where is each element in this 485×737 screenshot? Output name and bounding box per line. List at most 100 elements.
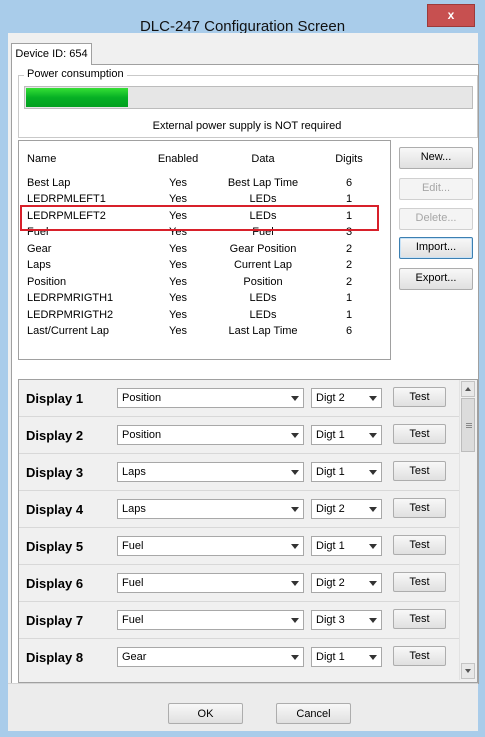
display-label: Display 1 bbox=[26, 391, 84, 406]
display-test-button[interactable]: Test bbox=[393, 498, 446, 518]
display-source-value: Laps bbox=[122, 466, 146, 478]
display-label: Display 3 bbox=[26, 465, 84, 480]
chevron-down-icon bbox=[291, 507, 299, 512]
table-row[interactable]: LEDRPMRIGTH1 Yes LEDs 1 bbox=[19, 292, 388, 305]
display-separator bbox=[19, 527, 459, 528]
display-source-select[interactable]: Laps bbox=[117, 462, 304, 482]
column-header-data[interactable]: Data bbox=[213, 153, 313, 165]
column-header-name[interactable]: Name bbox=[27, 153, 56, 165]
row-digits: 6 bbox=[345, 177, 353, 189]
display-separator bbox=[19, 416, 459, 417]
close-button[interactable]: x bbox=[427, 4, 475, 27]
display-digit-select[interactable]: Digt 2 bbox=[311, 388, 382, 408]
display-source-select[interactable]: Laps bbox=[117, 499, 304, 519]
ok-button[interactable]: OK bbox=[168, 703, 243, 724]
export-button[interactable]: Export... bbox=[399, 268, 473, 290]
chevron-down-icon bbox=[369, 544, 377, 549]
power-group-legend: Power consumption bbox=[24, 68, 127, 80]
arrow-up-icon bbox=[465, 387, 471, 391]
row-enabled: Yes bbox=[169, 259, 187, 271]
display-test-button[interactable]: Test bbox=[393, 461, 446, 481]
display-separator bbox=[19, 490, 459, 491]
scroll-up-button[interactable] bbox=[461, 381, 475, 397]
delete-button[interactable]: Delete... bbox=[399, 208, 473, 230]
display-source-value: Laps bbox=[122, 503, 146, 515]
display-source-value: Fuel bbox=[122, 614, 144, 626]
display-test-button[interactable]: Test bbox=[393, 387, 446, 407]
display-separator bbox=[19, 638, 459, 639]
chevron-down-icon bbox=[291, 581, 299, 586]
row-name: Last/Current Lap bbox=[27, 325, 109, 337]
row-name: Position bbox=[27, 276, 67, 288]
display-test-button[interactable]: Test bbox=[393, 424, 446, 444]
display-source-select[interactable]: Fuel bbox=[117, 573, 304, 593]
display-digit-select[interactable]: Digt 1 bbox=[311, 647, 382, 667]
tab-device-id[interactable]: Device ID: 654 bbox=[11, 43, 92, 65]
cancel-button[interactable]: Cancel bbox=[276, 703, 351, 724]
display-separator bbox=[19, 601, 459, 602]
display-digit-select[interactable]: Digt 2 bbox=[311, 573, 382, 593]
new-button[interactable]: New... bbox=[399, 147, 473, 169]
table-row[interactable]: Laps Yes Current Lap 2 bbox=[19, 259, 388, 272]
display-row: Display 2 Position Digt 1 Test bbox=[19, 417, 459, 455]
scroll-thumb[interactable] bbox=[461, 398, 475, 452]
column-header-enabled[interactable]: Enabled bbox=[153, 153, 203, 165]
row-enabled: Yes bbox=[169, 292, 187, 304]
display-source-select[interactable]: Position bbox=[117, 425, 304, 445]
row-data: LEDs bbox=[249, 193, 277, 205]
table-row[interactable]: LEDRPMRIGTH2 Yes LEDs 1 bbox=[19, 309, 388, 322]
display-digit-select[interactable]: Digt 1 bbox=[311, 425, 382, 445]
row-enabled: Yes bbox=[169, 193, 187, 205]
table-row[interactable]: Best Lap Yes Best Lap Time 6 bbox=[19, 177, 388, 190]
row-enabled: Yes bbox=[169, 243, 187, 255]
vertical-scrollbar[interactable] bbox=[459, 380, 476, 680]
display-digit-select[interactable]: Digt 1 bbox=[311, 462, 382, 482]
table-row[interactable]: Last/Current Lap Yes Last Lap Time 6 bbox=[19, 325, 388, 338]
display-digit-value: Digt 2 bbox=[316, 392, 345, 404]
row-data: Best Lap Time bbox=[227, 177, 299, 189]
chevron-down-icon bbox=[369, 507, 377, 512]
display-source-select[interactable]: Position bbox=[117, 388, 304, 408]
display-digit-value: Digt 2 bbox=[316, 503, 345, 515]
row-digits: 2 bbox=[345, 276, 353, 288]
display-digit-value: Digt 2 bbox=[316, 577, 345, 589]
edit-button[interactable]: Edit... bbox=[399, 178, 473, 200]
display-row: Display 7 Fuel Digt 3 Test bbox=[19, 602, 459, 640]
display-separator bbox=[19, 453, 459, 454]
dialog-footer bbox=[8, 683, 478, 731]
row-data: Position bbox=[243, 276, 283, 288]
display-source-select[interactable]: Fuel bbox=[117, 536, 304, 556]
table-row[interactable]: Gear Yes Gear Position 2 bbox=[19, 243, 388, 256]
display-label: Display 8 bbox=[26, 650, 84, 665]
close-icon: x bbox=[447, 8, 455, 22]
display-test-button[interactable]: Test bbox=[393, 609, 446, 629]
display-source-select[interactable]: Gear bbox=[117, 647, 304, 667]
display-test-button[interactable]: Test bbox=[393, 646, 446, 666]
display-test-button[interactable]: Test bbox=[393, 535, 446, 555]
row-digits: 2 bbox=[345, 243, 353, 255]
row-data: LEDs bbox=[249, 309, 277, 321]
row-enabled: Yes bbox=[169, 309, 187, 321]
row-data: LEDs bbox=[249, 292, 277, 304]
display-digit-select[interactable]: Digt 2 bbox=[311, 499, 382, 519]
selected-row-highlight bbox=[20, 205, 379, 231]
column-header-digits[interactable]: Digits bbox=[324, 153, 374, 165]
table-row[interactable]: Position Yes Position 2 bbox=[19, 276, 388, 289]
display-source-select[interactable]: Fuel bbox=[117, 610, 304, 630]
display-test-button[interactable]: Test bbox=[393, 572, 446, 592]
row-name: LEDRPMRIGTH2 bbox=[27, 309, 114, 321]
chevron-down-icon bbox=[369, 618, 377, 623]
display-digit-value: Digt 1 bbox=[316, 429, 345, 441]
display-digit-select[interactable]: Digt 1 bbox=[311, 536, 382, 556]
display-source-value: Position bbox=[122, 392, 162, 404]
row-name: LEDRPMLEFT1 bbox=[27, 193, 106, 205]
import-button[interactable]: Import... bbox=[399, 237, 473, 259]
row-data: Last Lap Time bbox=[228, 325, 298, 337]
scroll-down-button[interactable] bbox=[461, 663, 475, 679]
chevron-down-icon bbox=[369, 655, 377, 660]
row-digits: 1 bbox=[345, 292, 353, 304]
display-digit-select[interactable]: Digt 3 bbox=[311, 610, 382, 630]
chevron-down-icon bbox=[369, 470, 377, 475]
chevron-down-icon bbox=[369, 396, 377, 401]
display-separator bbox=[19, 564, 459, 565]
